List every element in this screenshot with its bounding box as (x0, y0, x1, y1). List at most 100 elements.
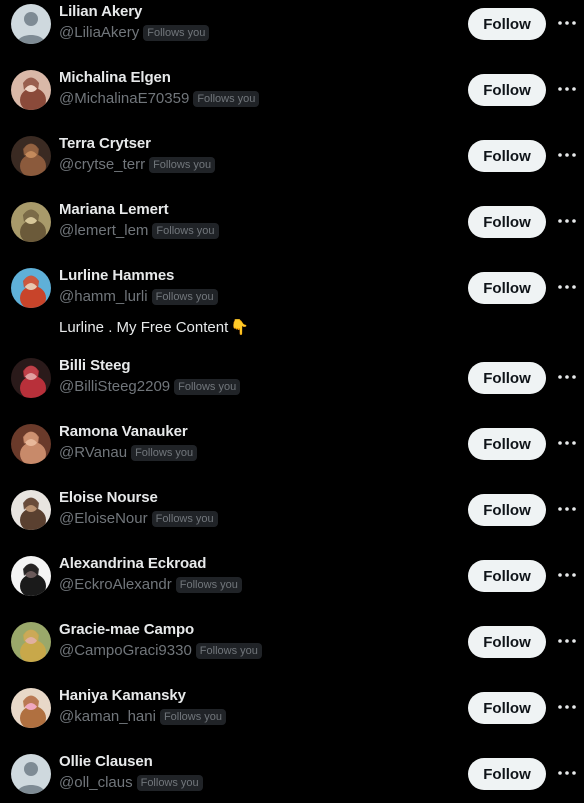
user-row[interactable]: Ollie Clausen @oll_claus Follows you Follow (0, 750, 584, 803)
follows-you-badge: Follows you (131, 444, 198, 461)
avatar[interactable] (11, 688, 51, 728)
user-display-name[interactable]: Billi Steeg (59, 357, 131, 374)
follows-you-badge: Follows you (175, 576, 242, 593)
user-display-name[interactable]: Michalina Elgen (59, 69, 171, 86)
handle-line: @BilliSteeg2209 Follows you (59, 378, 241, 395)
avatar[interactable] (11, 622, 51, 662)
avatar[interactable] (11, 424, 51, 464)
more-horizontal-icon[interactable] (556, 630, 578, 652)
avatar[interactable] (11, 268, 51, 308)
user-handle[interactable]: @BilliSteeg2209 (59, 378, 170, 395)
avatar[interactable] (11, 556, 51, 596)
follow-button[interactable]: Follow (468, 758, 546, 790)
user-handle[interactable]: @LiliaAkery (59, 24, 139, 41)
handle-line: @MichalinaE70359 Follows you (59, 90, 260, 107)
user-handle[interactable]: @MichalinaE70359 (59, 90, 189, 107)
user-row[interactable]: Alexandrina Eckroad @EckroAlexandr Follows… (0, 552, 584, 618)
user-handle[interactable]: @hamm_lurli (59, 288, 148, 305)
user-display-name[interactable]: Lilian Akery (59, 3, 142, 20)
handle-line: @crytse_terr Follows you (59, 156, 216, 173)
follows-you-badge: Follows you (193, 90, 260, 107)
user-row[interactable]: Haniya Kamansky @kaman_hani Follows you Fol… (0, 684, 584, 750)
user-handle[interactable]: @kaman_hani (59, 708, 156, 725)
user-handle[interactable]: @CampoGraci9330 (59, 642, 192, 659)
followers-list: Lilian Akery @LiliaAkery Follows you Follow… (0, 0, 584, 803)
user-display-name[interactable]: Lurline Hammes (59, 267, 174, 284)
pointing-down-emoji-icon: 👇 (230, 318, 249, 336)
more-horizontal-icon[interactable] (556, 210, 578, 232)
follow-button[interactable]: Follow (468, 74, 546, 106)
user-row[interactable]: Lurline Hammes @hamm_lurli Follows you Lurl… (0, 264, 584, 354)
follows-you-badge: Follows you (195, 642, 262, 659)
more-horizontal-icon[interactable] (556, 762, 578, 784)
user-row[interactable]: Michalina Elgen @MichalinaE70359 Follows y… (0, 66, 584, 132)
user-row[interactable]: Eloise Nourse @EloiseNour Follows you Follo… (0, 486, 584, 552)
user-bio: Lurline . My Free Content 👇 (59, 318, 249, 336)
more-horizontal-icon[interactable] (556, 432, 578, 454)
handle-line: @RVanau Follows you (59, 444, 198, 461)
user-handle[interactable]: @crytse_terr (59, 156, 145, 173)
user-bio-text: Lurline . My Free Content (59, 319, 229, 336)
follows-you-badge: Follows you (143, 24, 210, 41)
user-row[interactable]: Mariana Lemert @lemert_lem Follows you Foll… (0, 198, 584, 264)
handle-line: @lemert_lem Follows you (59, 222, 219, 239)
user-display-name[interactable]: Ollie Clausen (59, 753, 153, 770)
user-row[interactable]: Terra Crytser @crytse_terr Follows you Foll… (0, 132, 584, 198)
more-horizontal-icon[interactable] (556, 366, 578, 388)
follow-button[interactable]: Follow (468, 140, 546, 172)
follow-button[interactable]: Follow (468, 8, 546, 40)
user-handle[interactable]: @lemert_lem (59, 222, 148, 239)
more-horizontal-icon[interactable] (556, 564, 578, 586)
user-row[interactable]: Gracie-mae Campo @CampoGraci9330 Follows y… (0, 618, 584, 684)
follows-you-badge: Follows you (136, 774, 203, 791)
handle-line: @EloiseNour Follows you (59, 510, 218, 527)
more-horizontal-icon[interactable] (556, 78, 578, 100)
user-row[interactable]: Lilian Akery @LiliaAkery Follows you Follow (0, 0, 584, 66)
user-row[interactable]: Ramona Vanauker @RVanau Follows you Follow (0, 420, 584, 486)
handle-line: @EckroAlexandr Follows you (59, 576, 242, 593)
handle-line: @CampoGraci9330 Follows you (59, 642, 262, 659)
more-horizontal-icon[interactable] (556, 144, 578, 166)
follows-you-badge: Follows you (152, 222, 219, 239)
user-display-name[interactable]: Gracie-mae Campo (59, 621, 194, 638)
follows-you-badge: Follows you (159, 708, 227, 725)
follow-button[interactable]: Follow (468, 692, 546, 724)
follows-you-badge: Follows you (149, 156, 216, 173)
user-display-name[interactable]: Terra Crytser (59, 135, 151, 152)
user-handle[interactable]: @oll_claus (59, 774, 133, 791)
more-horizontal-icon[interactable] (556, 276, 578, 298)
handle-line: @hamm_lurli Follows you (59, 288, 218, 305)
avatar[interactable] (11, 136, 51, 176)
more-horizontal-icon[interactable] (556, 12, 578, 34)
user-display-name[interactable]: Ramona Vanauker (59, 423, 188, 440)
handle-line: @LiliaAkery Follows you (59, 24, 210, 41)
avatar[interactable] (11, 70, 51, 110)
more-horizontal-icon[interactable] (556, 498, 578, 520)
follow-button[interactable]: Follow (468, 626, 546, 658)
follow-button[interactable]: Follow (468, 206, 546, 238)
default-avatar-icon[interactable] (11, 754, 51, 794)
user-row[interactable]: Billi Steeg @BilliSteeg2209 Follows you Fol… (0, 354, 584, 420)
user-handle[interactable]: @RVanau (59, 444, 127, 461)
follows-you-badge: Follows you (151, 288, 218, 305)
user-display-name[interactable]: Eloise Nourse (59, 489, 158, 506)
follows-you-badge: Follows you (151, 510, 218, 527)
follows-you-badge: Follows you (174, 378, 241, 395)
user-handle[interactable]: @EckroAlexandr (59, 576, 172, 593)
follow-button[interactable]: Follow (468, 428, 546, 460)
user-display-name[interactable]: Mariana Lemert (59, 201, 169, 218)
user-display-name[interactable]: Haniya Kamansky (59, 687, 186, 704)
user-handle[interactable]: @EloiseNour (59, 510, 148, 527)
follow-button[interactable]: Follow (468, 362, 546, 394)
avatar[interactable] (11, 202, 51, 242)
more-horizontal-icon[interactable] (556, 696, 578, 718)
follow-button[interactable]: Follow (468, 560, 546, 592)
handle-line: @kaman_hani Follows you (59, 708, 227, 725)
follow-button[interactable]: Follow (468, 494, 546, 526)
handle-line: @oll_claus Follows you (59, 774, 203, 791)
follow-button[interactable]: Follow (468, 272, 546, 304)
default-avatar-icon[interactable] (11, 4, 51, 44)
user-display-name[interactable]: Alexandrina Eckroad (59, 555, 206, 572)
avatar[interactable] (11, 358, 51, 398)
avatar[interactable] (11, 490, 51, 530)
